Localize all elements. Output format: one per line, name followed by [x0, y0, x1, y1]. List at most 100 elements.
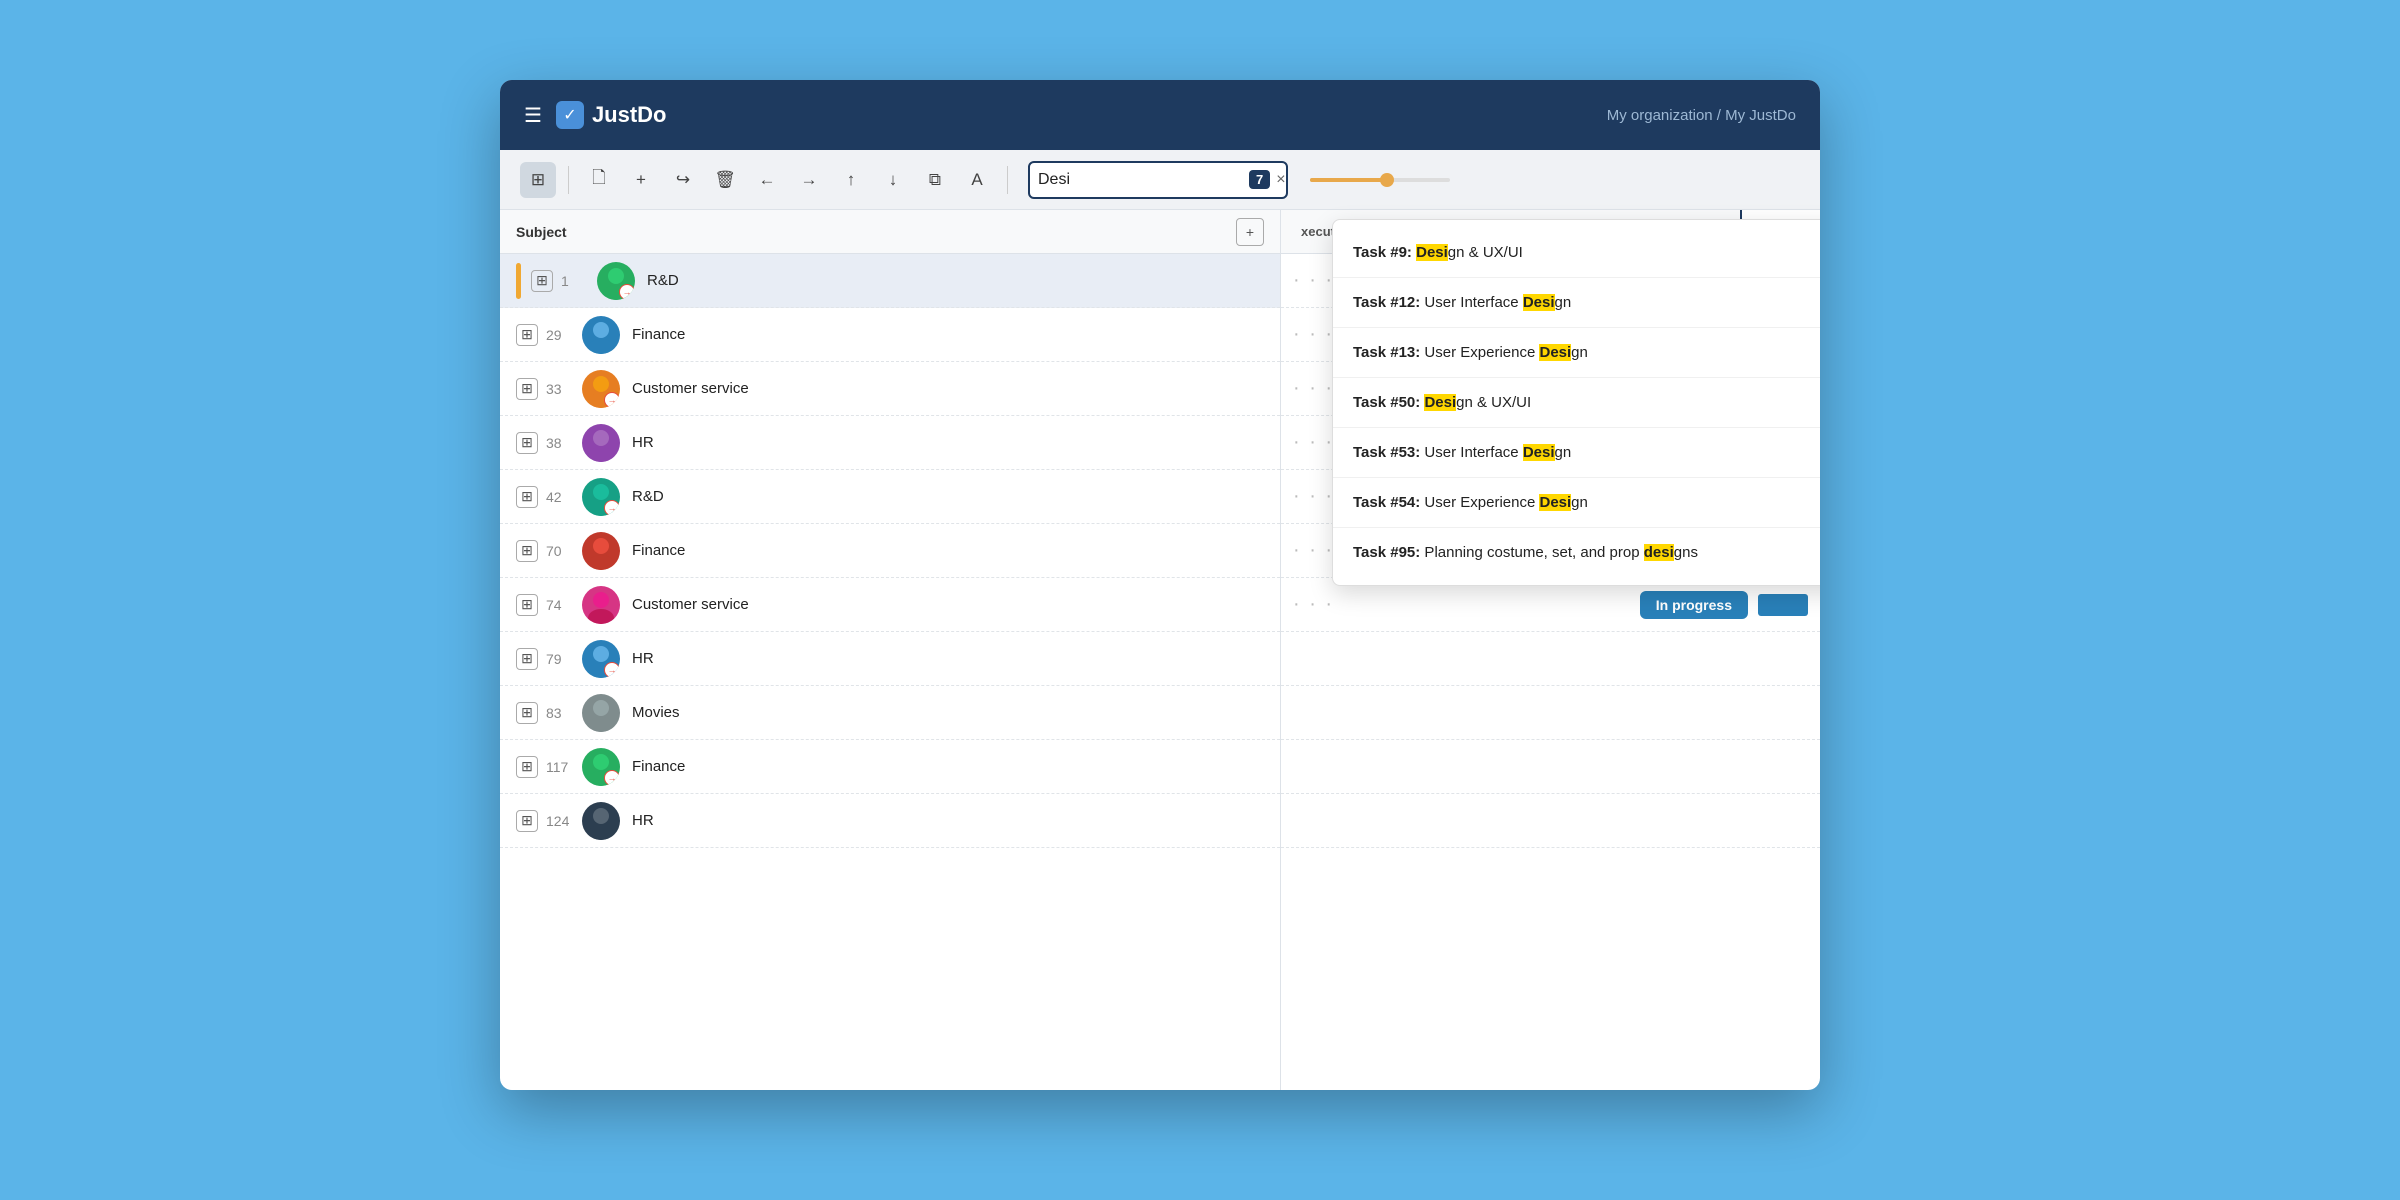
arrow-badge: →: [619, 284, 635, 300]
app-header: ☰ ✓ JustDo My organization / My JustDo: [500, 80, 1820, 150]
row-label: HR: [632, 812, 1264, 829]
search-input[interactable]: [1038, 171, 1245, 189]
search-count-badge: 7: [1249, 170, 1270, 189]
hamburger-icon[interactable]: ☰: [524, 103, 542, 128]
table-row[interactable]: ⊞ 42 → R&D: [500, 470, 1280, 524]
row-number: 117: [546, 759, 582, 775]
gantt-dots: · · ·: [1293, 485, 1334, 508]
status-badge-in-progress[interactable]: In progress: [1640, 591, 1748, 619]
row-number: 42: [546, 489, 582, 505]
row-label: Customer service: [632, 596, 1264, 613]
avatar: [582, 316, 620, 354]
row-label: R&D: [632, 488, 1264, 505]
zoom-slider-track[interactable]: [1310, 178, 1450, 182]
table-row[interactable]: ⊞ 83 Movies: [500, 686, 1280, 740]
row-label: R&D: [647, 272, 1264, 289]
avatar: [582, 424, 620, 462]
row-label: Finance: [632, 326, 1264, 343]
row-label: Finance: [632, 758, 1264, 775]
gantt-row: [1281, 632, 1820, 686]
search-result-13[interactable]: Task #13: User Experience Design: [1333, 328, 1820, 378]
expand-button[interactable]: ⊞: [516, 594, 538, 616]
gantt-row: [1281, 740, 1820, 794]
row-label: HR: [632, 434, 1264, 451]
org-breadcrumb: My organization / My JustDo: [1607, 107, 1796, 124]
table-row[interactable]: ⊞ 79 → HR: [500, 632, 1280, 686]
arrow-down-icon[interactable]: ↓: [875, 162, 911, 198]
search-result-53[interactable]: Task #53: User Interface Design: [1333, 428, 1820, 478]
avatar: [582, 694, 620, 732]
table-row[interactable]: ⊞ 38 HR: [500, 416, 1280, 470]
row-label: Movies: [632, 704, 1264, 721]
search-result-95[interactable]: Task #95: Planning costume, set, and pro…: [1333, 528, 1820, 577]
avatar: →: [597, 262, 635, 300]
expand-button[interactable]: ⊞: [516, 810, 538, 832]
row-label: Finance: [632, 542, 1264, 559]
gantt-dots: · · ·: [1293, 323, 1334, 346]
gantt-dots: · · ·: [1293, 377, 1334, 400]
avatar: [582, 802, 620, 840]
gantt-dots: · · ·: [1293, 539, 1334, 562]
arrow-badge: →: [604, 770, 620, 786]
expand-button[interactable]: ⊞: [516, 324, 538, 346]
arrow-left-icon[interactable]: ←: [749, 162, 785, 198]
delete-icon[interactable]: 🗑: [707, 162, 743, 198]
gantt-row: [1281, 686, 1820, 740]
search-box: 7 ×: [1028, 161, 1288, 199]
zoom-slider-fill: [1310, 178, 1387, 182]
expand-button[interactable]: ⊞: [516, 540, 538, 562]
row-label: HR: [632, 650, 1264, 667]
toolbar-divider-1: [568, 166, 569, 194]
avatar: →: [582, 370, 620, 408]
add-column-button[interactable]: +: [1236, 218, 1264, 246]
table-row[interactable]: ⊞ 33 → Customer service: [500, 362, 1280, 416]
search-container: 7 × Task #9: Design & UX/UI Task #12: Us…: [1028, 161, 1288, 199]
search-result-12[interactable]: Task #12: User Interface Design: [1333, 278, 1820, 328]
expand-button[interactable]: ⊞: [516, 756, 538, 778]
search-dropdown: Task #9: Design & UX/UI Task #12: User I…: [1332, 219, 1820, 586]
search-result-54[interactable]: Task #54: User Experience Design: [1333, 478, 1820, 528]
search-result-9[interactable]: Task #9: Design & UX/UI: [1333, 228, 1820, 278]
logo-check-icon: ✓: [556, 101, 584, 129]
gantt-dots: · · ·: [1293, 593, 1334, 616]
add-task-icon[interactable]: +: [623, 162, 659, 198]
table-row[interactable]: ⊞ 70 Finance: [500, 524, 1280, 578]
table-row[interactable]: ⊞ 29 Finance: [500, 308, 1280, 362]
table-area: Subject + ⊞ 1 → R&D ⊞: [500, 210, 1280, 1090]
row-number: 83: [546, 705, 582, 721]
row-number: 70: [546, 543, 582, 559]
table-row[interactable]: ⊞ 1 → R&D: [500, 254, 1280, 308]
avatar: →: [582, 748, 620, 786]
grid-icon[interactable]: ⊞: [520, 162, 556, 198]
toolbar: ⊞ 🗋 + ↪ 🗑 ← → ↑ ↓ ⧉ A 7 × Task #9: Desig…: [500, 150, 1820, 210]
expand-button[interactable]: ⊞: [516, 432, 538, 454]
zoom-slider-thumb[interactable]: [1380, 173, 1394, 187]
row-number: 1: [561, 273, 597, 289]
avatar: [582, 532, 620, 570]
row-number: 74: [546, 597, 582, 613]
expand-button[interactable]: ⊞: [516, 486, 538, 508]
search-clear-button[interactable]: ×: [1276, 171, 1285, 189]
arrow-right-icon[interactable]: →: [791, 162, 827, 198]
expand-button[interactable]: ⊞: [516, 378, 538, 400]
avatar: →: [582, 640, 620, 678]
arrow-up-icon[interactable]: ↑: [833, 162, 869, 198]
table-row[interactable]: ⊞ 124 HR: [500, 794, 1280, 848]
search-result-50[interactable]: Task #50: Design & UX/UI: [1333, 378, 1820, 428]
app-window: ☰ ✓ JustDo My organization / My JustDo ⊞…: [500, 80, 1820, 1090]
expand-button[interactable]: ⊞: [516, 702, 538, 724]
expand-button[interactable]: ⊞: [516, 648, 538, 670]
avatar: →: [582, 478, 620, 516]
gantt-dots: · · ·: [1293, 269, 1334, 292]
table-row[interactable]: ⊞ 74 Customer service: [500, 578, 1280, 632]
zoom-slider-container: [1310, 178, 1450, 182]
gantt-row: · · · In progress: [1281, 578, 1820, 632]
indent-icon[interactable]: ↪: [665, 162, 701, 198]
copy-icon[interactable]: ⧉: [917, 162, 953, 198]
expand-button[interactable]: ⊞: [531, 270, 553, 292]
gantt-dots: · · ·: [1293, 431, 1334, 454]
table-row[interactable]: ⊞ 117 → Finance: [500, 740, 1280, 794]
text-format-icon[interactable]: A: [959, 162, 995, 198]
row-label: Customer service: [632, 380, 1264, 397]
file-icon[interactable]: 🗋: [581, 162, 617, 198]
